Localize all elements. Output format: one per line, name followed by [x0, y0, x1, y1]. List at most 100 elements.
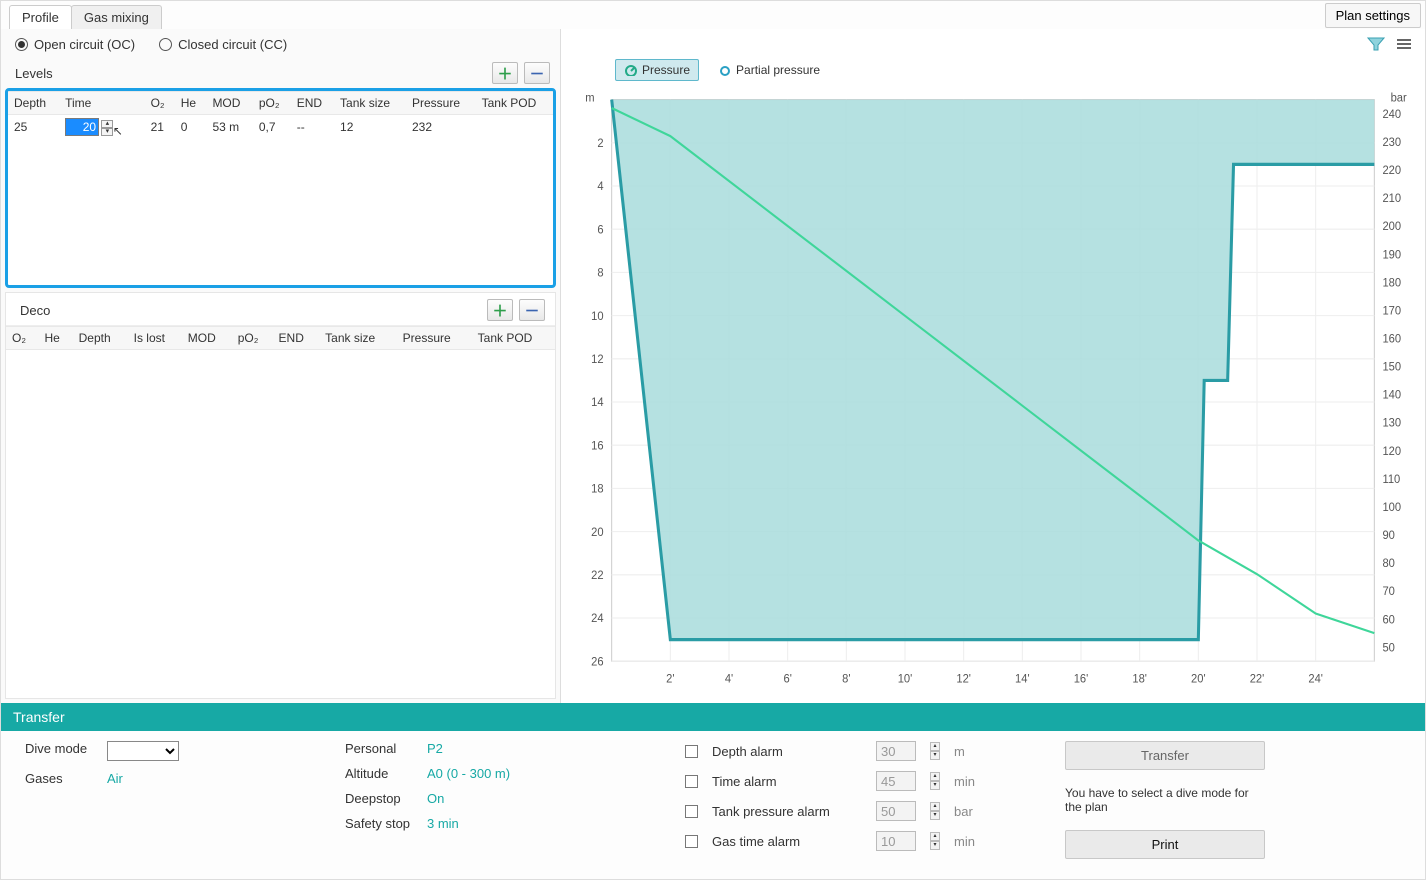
chart-area[interactable]: 2'4'6'8'10'12'14'16'18'20'22'24'24681012…: [571, 89, 1415, 693]
tab-profile[interactable]: Profile: [9, 5, 72, 29]
main-area: Open circuit (OC) Closed circuit (CC) Le…: [1, 29, 1425, 703]
dive-mode-label: Dive mode: [25, 741, 97, 761]
spinner-up-icon[interactable]: ▴: [930, 832, 940, 841]
spinner-down-icon[interactable]: ▾: [101, 128, 113, 136]
alarm-value[interactable]: 10: [876, 831, 916, 851]
col-depth[interactable]: Depth: [8, 92, 59, 115]
filter-icon[interactable]: [1365, 35, 1387, 53]
dcol-tank-size[interactable]: Tank size: [319, 327, 396, 350]
alarm-value[interactable]: 45: [876, 771, 916, 791]
transfer-button[interactable]: Transfer: [1065, 741, 1265, 770]
col-end[interactable]: END: [291, 92, 334, 115]
col-tank-pod[interactable]: Tank POD: [476, 92, 553, 115]
cell-po2[interactable]: 0,7: [253, 115, 291, 140]
alarm-spinner[interactable]: ▴▾: [930, 772, 940, 790]
spinner-down-icon[interactable]: ▾: [930, 811, 940, 820]
time-input[interactable]: [65, 118, 99, 136]
menu-icon[interactable]: [1393, 35, 1415, 53]
svg-text:18': 18': [1132, 673, 1147, 685]
gases-value[interactable]: Air: [107, 771, 123, 786]
safety-label: Safety stop: [345, 816, 417, 831]
svg-text:18: 18: [591, 483, 603, 495]
plan-settings-button[interactable]: Plan settings: [1325, 3, 1421, 28]
svg-text:24: 24: [591, 613, 604, 625]
alarm-spinner[interactable]: ▴▾: [930, 802, 940, 820]
cell-o2[interactable]: 21: [145, 115, 175, 140]
print-button[interactable]: Print: [1065, 830, 1265, 859]
svg-text:180: 180: [1382, 277, 1401, 289]
cell-mod[interactable]: 53 m: [206, 115, 252, 140]
spinner-down-icon[interactable]: ▾: [930, 781, 940, 790]
toggle-partial-pressure[interactable]: Partial pressure: [709, 59, 829, 81]
svg-text:50: 50: [1382, 642, 1394, 654]
svg-text:4: 4: [597, 181, 604, 193]
dcol-tank-pod[interactable]: Tank POD: [472, 327, 555, 350]
dive-chart[interactable]: 2'4'6'8'10'12'14'16'18'20'22'24'24681012…: [571, 89, 1415, 693]
left-pane: Open circuit (OC) Closed circuit (CC) Le…: [1, 29, 561, 703]
cell-he[interactable]: 0: [175, 115, 207, 140]
cell-time[interactable]: ▴▾ ↖: [59, 115, 145, 140]
levels-table: Depth Time O₂ He MOD pO₂ END Tank size P…: [8, 91, 553, 139]
deco-header-row: O₂ He Depth Is lost MOD pO₂ END Tank siz…: [6, 327, 555, 350]
alarm-spinner[interactable]: ▴▾: [930, 742, 940, 760]
alarm-checkbox[interactable]: [685, 745, 698, 758]
chart-toggles: Pressure Partial pressure: [561, 53, 1425, 81]
radio-open-circuit[interactable]: Open circuit (OC): [15, 37, 135, 52]
altitude-value[interactable]: A0 (0 - 300 m): [427, 766, 510, 781]
add-deco-button[interactable]: ＋: [487, 299, 513, 321]
cell-end[interactable]: --: [291, 115, 334, 140]
dcol-he[interactable]: He: [38, 327, 72, 350]
alarm-checkbox[interactable]: [685, 775, 698, 788]
remove-level-button[interactable]: －: [524, 62, 550, 84]
col-mod[interactable]: MOD: [206, 92, 252, 115]
remove-deco-button[interactable]: －: [519, 299, 545, 321]
tab-gas-mixing[interactable]: Gas mixing: [71, 5, 162, 29]
spinner-up-icon[interactable]: ▴: [930, 802, 940, 811]
safety-value[interactable]: 3 min: [427, 816, 459, 831]
add-level-button[interactable]: ＋: [492, 62, 518, 84]
cell-depth[interactable]: 25: [8, 115, 59, 140]
col-tank-size[interactable]: Tank size: [334, 92, 406, 115]
alarm-checkbox[interactable]: [685, 805, 698, 818]
spinner-up-icon[interactable]: ▴: [930, 772, 940, 781]
deepstop-value[interactable]: On: [427, 791, 444, 806]
spinner-down-icon[interactable]: ▾: [930, 841, 940, 850]
dive-mode-select[interactable]: [107, 741, 179, 761]
cell-tank-pod[interactable]: [476, 115, 553, 140]
spinner-up-icon[interactable]: ▴: [930, 742, 940, 751]
col-time[interactable]: Time: [59, 92, 145, 115]
svg-text:10: 10: [591, 311, 603, 323]
alarm-spinner[interactable]: ▴▾: [930, 832, 940, 850]
levels-row[interactable]: 25 ▴▾ ↖ 21 0 53 m 0,7 -- 12: [8, 115, 553, 140]
levels-header: Levels ＋ －: [1, 56, 560, 88]
alarm-value[interactable]: 30: [876, 741, 916, 761]
alarm-row: Depth alarm 30 ▴▾ m: [685, 741, 1025, 761]
dcol-po2[interactable]: pO₂: [232, 327, 273, 350]
deepstop-label: Deepstop: [345, 791, 417, 806]
alarm-checkbox[interactable]: [685, 835, 698, 848]
col-he[interactable]: He: [175, 92, 207, 115]
col-po2[interactable]: pO₂: [253, 92, 291, 115]
cell-pressure[interactable]: 232: [406, 115, 476, 140]
alarm-value[interactable]: 50: [876, 801, 916, 821]
toggle-pressure[interactable]: Pressure: [615, 59, 699, 81]
dcol-o2[interactable]: O₂: [6, 327, 38, 350]
personal-value[interactable]: P2: [427, 741, 443, 756]
col-o2[interactable]: O₂: [145, 92, 175, 115]
svg-text:6': 6': [783, 673, 791, 685]
dcol-mod[interactable]: MOD: [182, 327, 232, 350]
radio-closed-circuit[interactable]: Closed circuit (CC): [159, 37, 287, 52]
mouse-cursor-icon: ↖: [113, 124, 123, 138]
spinner-up-icon[interactable]: ▴: [101, 120, 113, 128]
dcol-end[interactable]: END: [273, 327, 320, 350]
cell-tank-size[interactable]: 12: [334, 115, 406, 140]
spinner-down-icon[interactable]: ▾: [930, 751, 940, 760]
dcol-depth[interactable]: Depth: [73, 327, 128, 350]
svg-text:14': 14': [1015, 673, 1030, 685]
col-pressure[interactable]: Pressure: [406, 92, 476, 115]
alarm-unit: m: [954, 744, 980, 759]
svg-text:110: 110: [1382, 474, 1400, 486]
time-spinner[interactable]: ▴▾: [101, 120, 113, 136]
dcol-pressure[interactable]: Pressure: [397, 327, 472, 350]
dcol-islost[interactable]: Is lost: [128, 327, 182, 350]
